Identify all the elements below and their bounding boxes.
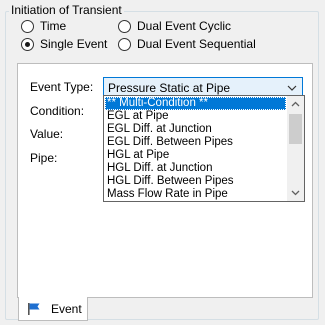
radio-time-label: Time — [40, 19, 67, 33]
dropdown-option-egl-diff-pipes[interactable]: EGL Diff. Between Pipes — [105, 136, 286, 149]
radio-dual-event-cyclic-circle[interactable] — [118, 19, 131, 33]
condition-label: Condition: — [30, 104, 85, 118]
chevron-down-icon[interactable] — [287, 84, 297, 92]
radio-dual-event-sequential-label: Dual Event Sequential — [137, 37, 256, 51]
radio-dual-event-sequential[interactable]: Dual Event Sequential — [118, 37, 256, 51]
scroll-down-button[interactable] — [287, 185, 304, 201]
radio-dual-event-sequential-circle[interactable] — [118, 37, 131, 51]
dropdown-option-egl-diff-junction[interactable]: EGL Diff. at Junction — [105, 123, 286, 136]
tab-event[interactable]: Event — [18, 297, 88, 321]
flag-icon — [28, 303, 40, 315]
radio-dual-event-cyclic[interactable]: Dual Event Cyclic — [118, 19, 231, 33]
radio-single-event[interactable]: Single Event — [21, 37, 107, 51]
radio-time-circle[interactable] — [21, 19, 34, 33]
chevron-down-icon — [291, 190, 300, 196]
dropdown-option-multi-condition[interactable]: ** Multi-Condition ** — [105, 97, 286, 110]
scroll-up-button[interactable] — [287, 96, 304, 112]
dropdown-option-hgl-diff-pipes[interactable]: HGL Diff. Between Pipes — [105, 175, 286, 188]
radio-single-event-circle[interactable] — [21, 37, 34, 51]
dropdown-scrollbar[interactable] — [287, 96, 304, 201]
dropdown-options: ** Multi-Condition ** EGL at Pipe EGL Di… — [105, 97, 286, 201]
group-title: Initiation of Transient — [9, 1, 124, 19]
radio-dual-event-cyclic-label: Dual Event Cyclic — [137, 19, 232, 33]
chevron-up-icon — [291, 101, 300, 107]
radio-time[interactable]: Time — [21, 19, 66, 33]
dropdown-option-egl-at-pipe[interactable]: EGL at Pipe — [105, 110, 286, 123]
dropdown-option-hgl-diff-junction[interactable]: HGL Diff. at Junction — [105, 162, 286, 175]
dropdown-option-mass-flow-rate[interactable]: Mass Flow Rate in Pipe — [105, 188, 286, 201]
event-type-label: Event Type: — [30, 80, 94, 94]
dropdown-option-hgl-at-pipe[interactable]: HGL at Pipe — [105, 149, 286, 162]
event-type-dropdown-list[interactable]: ** Multi-Condition ** EGL at Pipe EGL Di… — [103, 95, 305, 202]
pipe-label: Pipe: — [30, 151, 58, 165]
tab-event-label: Event — [51, 302, 82, 316]
value-label: Value: — [30, 127, 64, 141]
scroll-thumb[interactable] — [289, 114, 302, 144]
event-type-value: Pressure Static at Pipe — [108, 81, 231, 95]
radio-single-event-label: Single Event — [40, 37, 108, 51]
